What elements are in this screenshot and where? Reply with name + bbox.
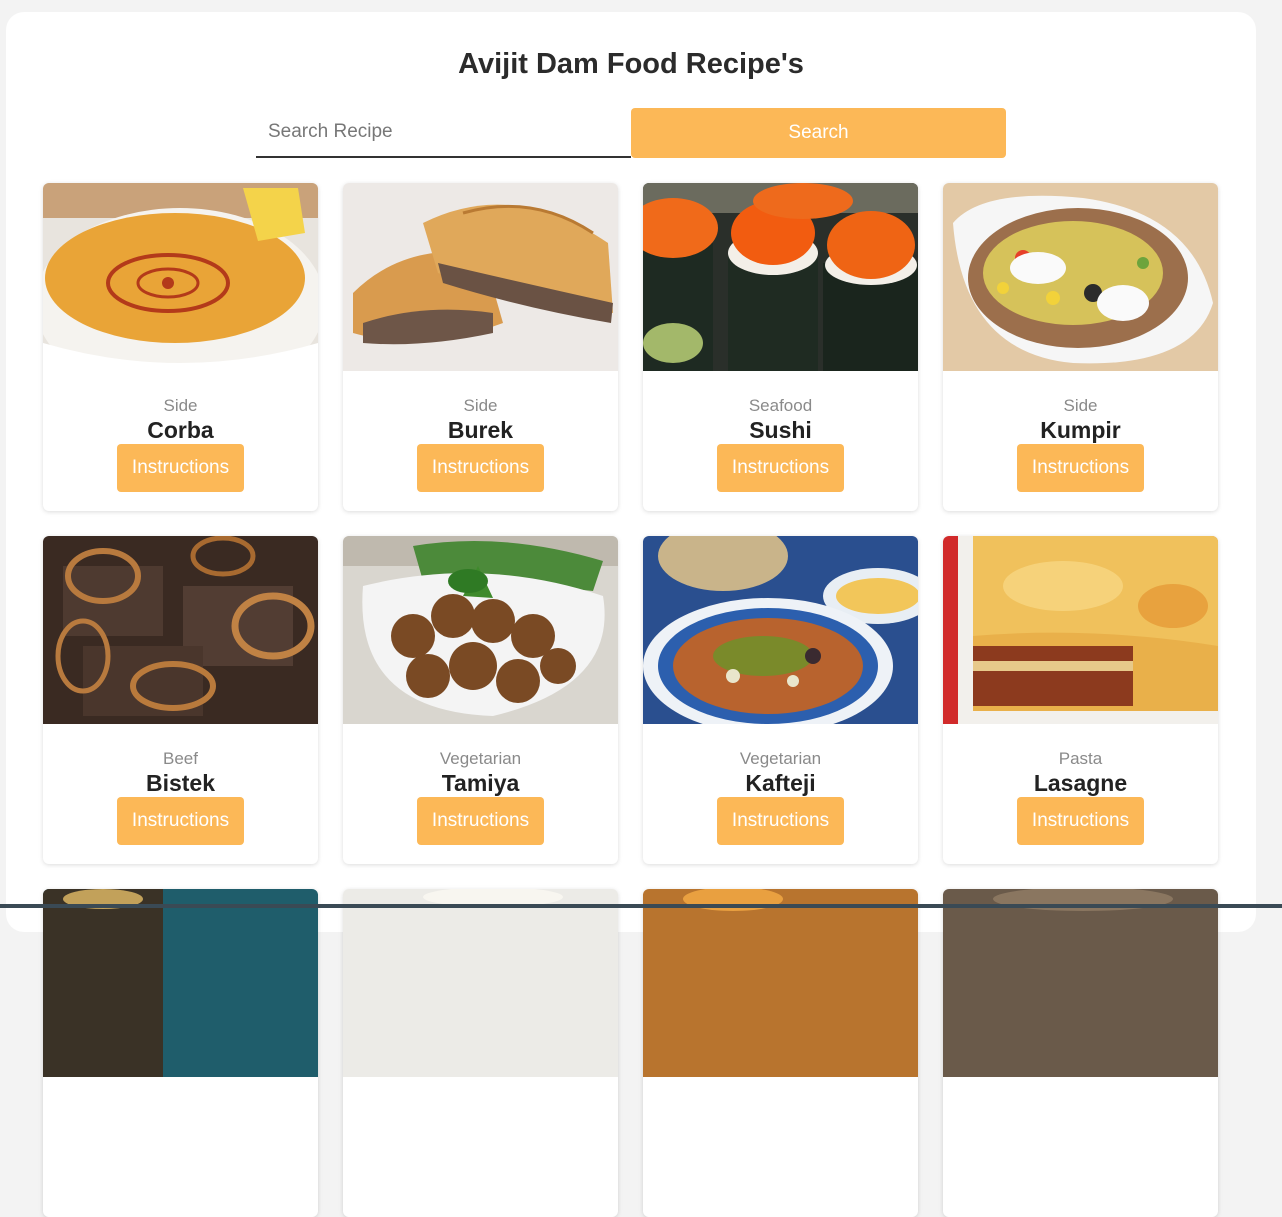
recipe-image-stuffed-potato[interactable]: [943, 183, 1218, 371]
instructions-button[interactable]: Instructions: [417, 797, 544, 845]
recipe-image-sushi-rolls[interactable]: [643, 183, 918, 371]
window-bottom-edge: [0, 904, 1282, 908]
recipe-image-soup-bowl[interactable]: [43, 183, 318, 371]
vegetable-dish-image: [643, 536, 918, 724]
recipe-image[interactable]: [343, 889, 618, 1077]
recipe-card: Side Kumpir Instructions: [943, 183, 1218, 511]
search-input[interactable]: [256, 108, 631, 158]
recipe-image-partial: [343, 889, 618, 1077]
recipe-name: Lasagne: [1033, 770, 1128, 796]
search-button[interactable]: Search: [631, 108, 1006, 158]
instructions-button[interactable]: Instructions: [1017, 444, 1144, 492]
recipe-category: Beef: [163, 749, 198, 768]
instructions-button[interactable]: Instructions: [117, 444, 244, 492]
recipe-name: Tamiya: [441, 770, 520, 796]
recipe-category: Side: [1063, 396, 1098, 415]
recipe-image-lasagne-tray[interactable]: [943, 536, 1218, 724]
soup-bowl-image: [43, 183, 318, 371]
meat-pastry-image: [343, 183, 618, 371]
sushi-rolls-image: [643, 183, 918, 371]
recipe-name: Kumpir: [1040, 417, 1121, 443]
stuffed-potato-image: [943, 183, 1218, 371]
falafel-plate-image: [343, 536, 618, 724]
recipe-card: Seafood Sushi Instructions: [643, 183, 918, 511]
recipe-name: Sushi: [749, 417, 812, 443]
recipe-category: Vegetarian: [739, 749, 822, 768]
recipe-card: [43, 889, 318, 1217]
recipe-card: [943, 889, 1218, 1217]
instructions-button[interactable]: Instructions: [717, 444, 844, 492]
lasagne-tray-image: [943, 536, 1218, 724]
recipe-image-partial: [943, 889, 1218, 1077]
recipe-image-vegetable-dish[interactable]: [643, 536, 918, 724]
recipe-image-beef-onions[interactable]: [43, 536, 318, 724]
recipe-app-panel: Avijit Dam Food Recipe's Search Side: [6, 12, 1256, 1217]
instructions-button[interactable]: Instructions: [1017, 797, 1144, 845]
instructions-button[interactable]: Instructions: [717, 797, 844, 845]
recipe-image-partial: [43, 889, 318, 1077]
recipe-card: Side Burek Instructions: [343, 183, 618, 511]
recipe-category: Pasta: [1058, 749, 1103, 768]
recipe-card: [343, 889, 618, 1217]
instructions-button[interactable]: Instructions: [417, 444, 544, 492]
recipe-name: Burek: [447, 417, 514, 443]
recipe-card: Vegetarian Tamiya Instructions: [343, 536, 618, 864]
recipe-image-partial: [643, 889, 918, 1077]
recipe-image-meat-pastry[interactable]: [343, 183, 618, 371]
recipe-card: [643, 889, 918, 1217]
recipe-card: Pasta Lasagne Instructions: [943, 536, 1218, 864]
recipe-card: Vegetarian Kafteji Instructions: [643, 536, 918, 864]
recipe-name: Bistek: [145, 770, 216, 796]
recipe-name: Corba: [147, 417, 214, 443]
page-title: Avijit Dam Food Recipe's: [458, 48, 804, 80]
instructions-button[interactable]: Instructions: [117, 797, 244, 845]
recipe-image[interactable]: [43, 889, 318, 1077]
recipe-category: Vegetarian: [439, 749, 522, 768]
recipe-category: Side: [463, 396, 498, 415]
recipe-category: Side: [163, 396, 198, 415]
recipe-category: Seafood: [748, 396, 813, 415]
beef-onions-image: [43, 536, 318, 724]
recipe-name: Kafteji: [745, 770, 816, 796]
recipe-image[interactable]: [643, 889, 918, 1077]
recipe-card: Beef Bistek Instructions: [43, 536, 318, 864]
recipe-card: Side Corba Instructions: [43, 183, 318, 511]
recipe-image-falafel-plate[interactable]: [343, 536, 618, 724]
recipe-image[interactable]: [943, 889, 1218, 1077]
